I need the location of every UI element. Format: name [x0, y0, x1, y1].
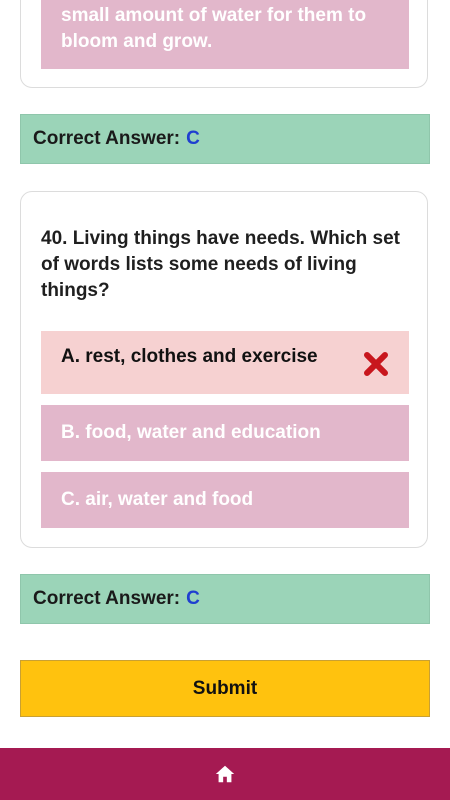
- option-b-label: B. food, water and education: [61, 422, 321, 443]
- option-a-label: A. rest, clothes and exercise: [61, 346, 318, 367]
- previous-question-card: small amount of water for them to bloom …: [20, 0, 428, 88]
- submit-button[interactable]: Submit: [20, 660, 430, 717]
- quiz-screen: small amount of water for them to bloom …: [0, 0, 450, 800]
- previous-option-c[interactable]: small amount of water for them to bloom …: [41, 0, 409, 69]
- correct-answer-letter: C: [186, 588, 200, 609]
- correct-answer-label: Correct Answer:: [33, 588, 181, 609]
- question-text: 40. Living things have needs. Which set …: [41, 228, 400, 301]
- previous-option-label: small amount of water for them to bloom …: [61, 5, 367, 52]
- correct-answer-letter: C: [186, 128, 200, 149]
- option-c[interactable]: C. air, water and food: [41, 472, 409, 528]
- correct-answer-banner: Correct Answer: C: [20, 574, 430, 624]
- correct-answer-label: Correct Answer:: [33, 128, 181, 149]
- option-b[interactable]: B. food, water and education: [41, 405, 409, 461]
- submit-button-label: Submit: [192, 677, 258, 699]
- home-icon: [215, 765, 235, 783]
- wrong-x-icon: [364, 352, 388, 376]
- bottom-nav-bar: [0, 748, 450, 800]
- previous-correct-answer-banner: Correct Answer: C: [20, 114, 430, 164]
- option-a[interactable]: A. rest, clothes and exercise: [41, 331, 409, 394]
- home-button[interactable]: [209, 758, 241, 790]
- option-c-label: C. air, water and food: [61, 489, 254, 510]
- question-card: 40. Living things have needs. Which set …: [20, 191, 428, 548]
